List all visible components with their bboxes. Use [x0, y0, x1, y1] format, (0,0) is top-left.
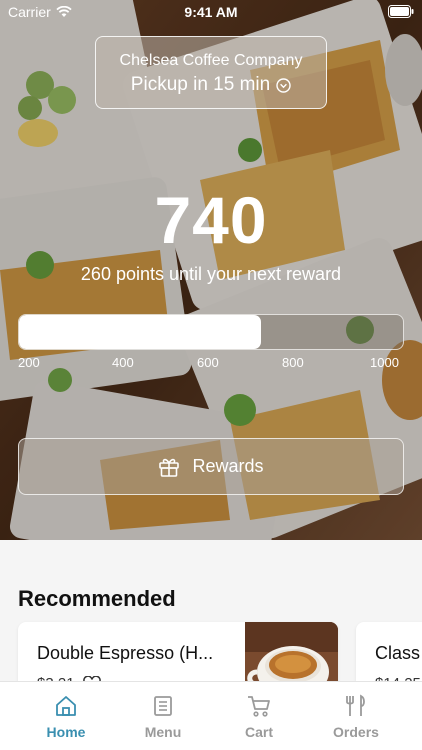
orders-icon: [346, 694, 365, 716]
status-bar: Carrier 9:41 AM: [0, 0, 422, 24]
status-time: 9:41 AM: [184, 4, 238, 20]
tick-label: 600: [197, 355, 219, 370]
tab-menu[interactable]: Menu: [115, 682, 211, 750]
rewards-button-label: Rewards: [192, 456, 264, 476]
product-name: Class: [375, 643, 421, 663]
tick-label: 200: [18, 355, 40, 370]
points-balance: 740: [154, 183, 268, 257]
pickup-time-label: Pickup in 15 min: [130, 74, 271, 95]
recommended-heading: Recommended: [18, 586, 176, 611]
tab-bar: Home Menu Cart Orders: [0, 681, 422, 750]
tab-label: Menu: [144, 724, 182, 740]
chevron-down-circle-icon: [276, 77, 291, 93]
rewards-button[interactable]: Rewards: [18, 438, 404, 495]
points-until-reward: 260 points until your next reward: [80, 264, 342, 284]
menu-icon: [154, 696, 172, 716]
store-name: Chelsea Coffee Company: [119, 52, 303, 69]
home-icon: [56, 696, 76, 716]
points-progress-bar: [18, 314, 404, 350]
points-progress-fill: [19, 315, 261, 349]
tab-label: Cart: [244, 724, 273, 740]
tab-home[interactable]: Home: [18, 682, 114, 750]
tick-label: 400: [112, 355, 134, 370]
progress-tick-labels: 200 400 600 800 1000: [18, 355, 404, 373]
battery-icon: [388, 5, 414, 18]
pickup-time-row: Pickup in 15 min: [96, 74, 326, 96]
tick-label: 1000: [370, 355, 399, 370]
hero-section: Carrier 9:41 AM Chelsea Coffee Company P…: [0, 0, 422, 540]
cart-icon: [248, 696, 270, 717]
tab-label: Orders: [333, 724, 379, 740]
tab-orders[interactable]: Orders: [308, 682, 404, 750]
product-name: Double Espresso (H...: [37, 643, 214, 663]
gift-icon: [159, 458, 180, 477]
tick-label: 800: [282, 355, 304, 370]
tab-cart[interactable]: Cart: [211, 682, 307, 750]
tab-label: Home: [46, 724, 86, 740]
store-selector-button[interactable]: Chelsea Coffee Company Pickup in 15 min: [95, 36, 327, 109]
